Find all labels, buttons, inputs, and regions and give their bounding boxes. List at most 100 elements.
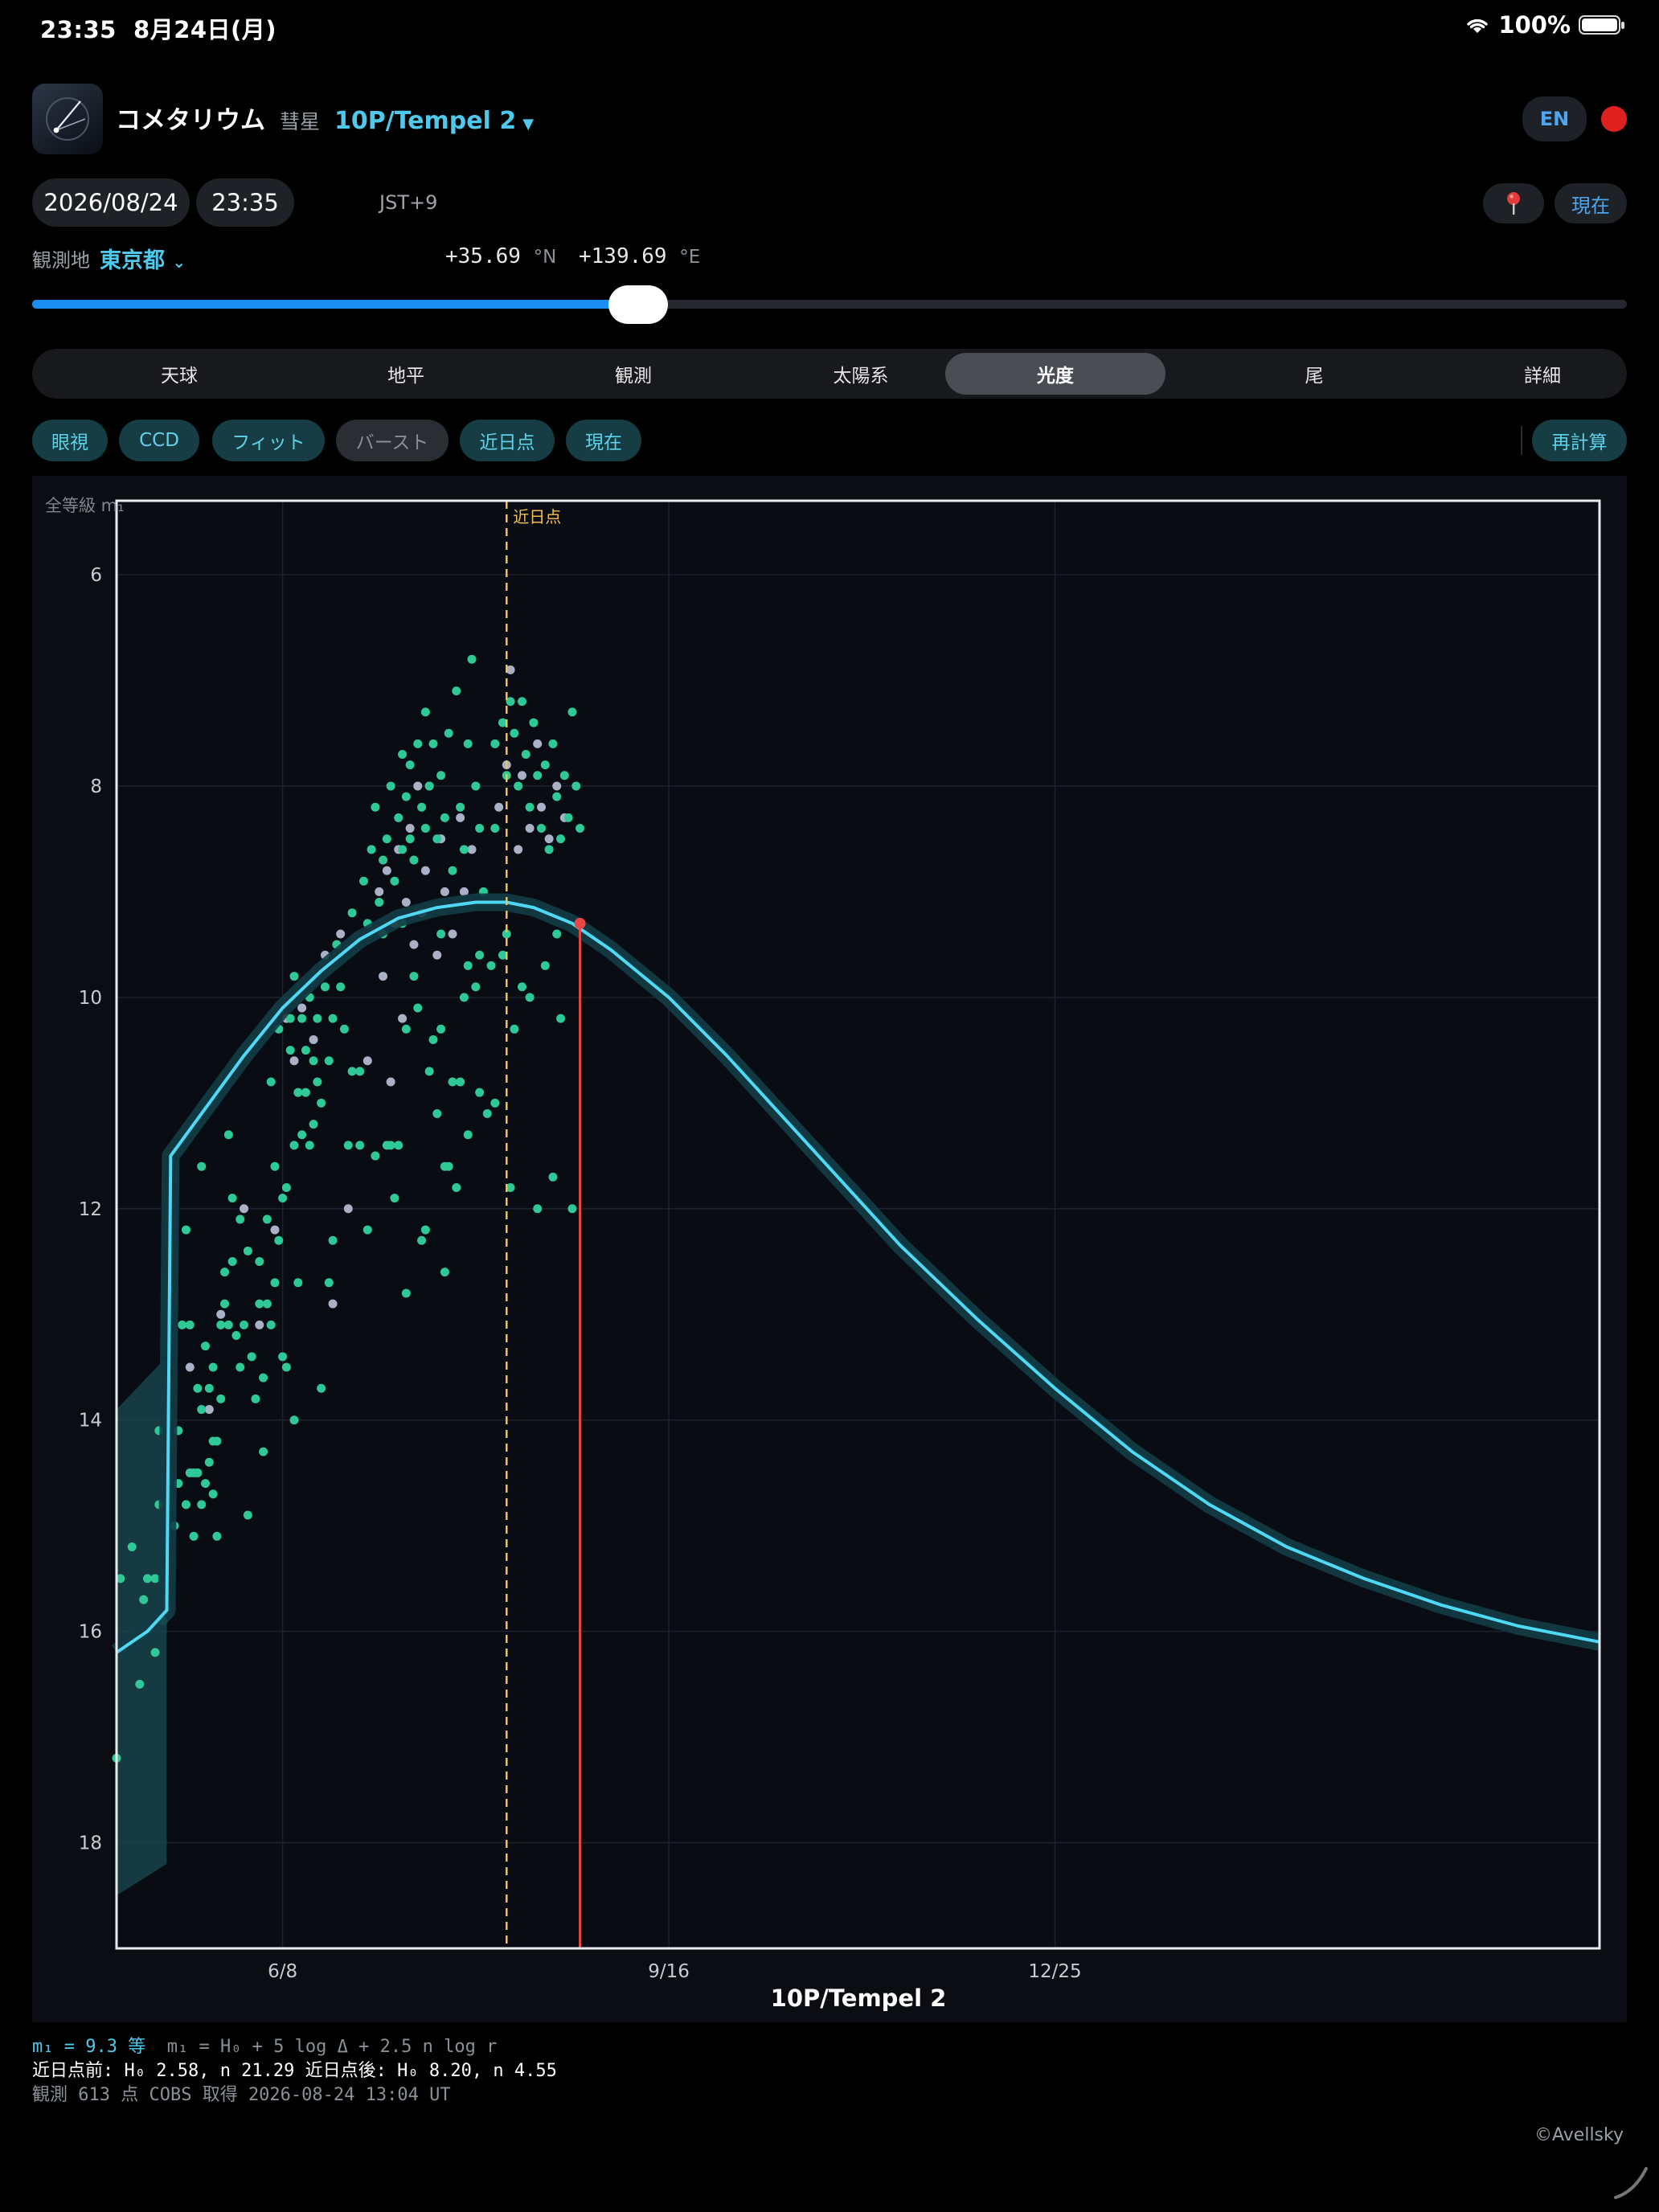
visual-observation-point (448, 1077, 457, 1087)
ccd-observation-point (409, 940, 419, 949)
y-axis-label: 全等級 m₁ (45, 496, 125, 515)
fit-parameters: 近日点前: H₀ 2.58, n 21.29 近日点後: H₀ 8.20, n … (32, 2061, 557, 2081)
visual-observation-point (193, 1383, 203, 1393)
date-field[interactable]: 2026/08/24 (32, 178, 190, 227)
visual-observation-point (281, 1362, 291, 1372)
language-button[interactable]: EN (1522, 96, 1587, 141)
tab-celestial-sphere[interactable]: 天球 (69, 353, 289, 395)
time-field[interactable]: 23:35 (196, 178, 294, 227)
chip-burst[interactable]: バースト (336, 420, 449, 461)
chip-current[interactable]: 現在 (566, 420, 641, 461)
visual-observation-point (463, 739, 473, 748)
visual-observation-point (401, 1288, 411, 1298)
resize-handle-icon[interactable] (1611, 2162, 1651, 2202)
visual-observation-point (320, 982, 330, 992)
visual-observation-point (255, 1257, 264, 1267)
visual-observation-point (223, 1130, 233, 1140)
chip-visual[interactable]: 眼視 (32, 420, 108, 461)
ccd-observation-point (494, 802, 504, 812)
timeline-slider-thumb[interactable] (608, 285, 668, 324)
tab-tail[interactable]: 尾 (1204, 353, 1424, 395)
visual-observation-point (456, 1077, 465, 1087)
recalculate-button[interactable]: 再計算 (1532, 420, 1627, 461)
tab-observation[interactable]: 観測 (523, 353, 743, 395)
visual-observation-point (270, 1278, 280, 1288)
visual-observation-point (394, 1141, 403, 1150)
ccd-observation-point (544, 834, 554, 844)
observer-city-selector[interactable]: 東京都 ⌄ (100, 243, 186, 274)
visual-observation-point (289, 972, 299, 981)
visual-observation-point (243, 1246, 252, 1256)
visual-observation-point (428, 1034, 438, 1044)
visual-observation-point (197, 1161, 207, 1171)
y-tick-label: 6 (90, 565, 102, 586)
visual-observation-point (398, 750, 408, 760)
chart-title: 10P/Tempel 2 (771, 1985, 947, 2012)
comet-selector[interactable]: 10P/Tempel 2 ▼ (334, 107, 534, 135)
ccd-observation-point (413, 781, 423, 791)
visual-observation-point (220, 1299, 230, 1309)
visual-observation-point (533, 1204, 543, 1214)
visual-observation-point (355, 1067, 365, 1076)
ccd-observation-point (525, 824, 535, 834)
tab-solar-system[interactable]: 太陽系 (751, 353, 971, 395)
visual-observation-point (448, 866, 457, 875)
current-magnitude-point (574, 917, 586, 929)
timezone-label: JST+9 (379, 191, 438, 214)
visual-observation-point (293, 1088, 303, 1097)
visual-observation-point (135, 1679, 145, 1689)
visual-observation-point (278, 1194, 288, 1203)
visual-observation-point (220, 1268, 230, 1277)
visual-observation-point (181, 1225, 190, 1235)
location-pin-button[interactable] (1483, 183, 1544, 223)
visual-observation-point (510, 1024, 519, 1034)
visual-observation-point (552, 929, 562, 939)
visual-observation-point (142, 1574, 152, 1583)
visual-observation-point (567, 707, 577, 717)
visual-observation-point (259, 1373, 268, 1382)
ccd-observation-point (336, 929, 346, 939)
visual-observation-point (212, 1436, 222, 1446)
visual-observation-point (459, 993, 469, 1002)
chevron-down-icon: ⌄ (172, 252, 186, 272)
visual-observation-point (444, 1161, 453, 1171)
visual-observation-point (567, 1204, 577, 1214)
now-button[interactable]: 現在 (1555, 183, 1627, 223)
chip-fit[interactable]: フィット (212, 420, 325, 461)
visual-observation-point (540, 760, 550, 770)
visual-observation-point (285, 1046, 295, 1055)
visual-observation-point (185, 1320, 195, 1329)
visual-observation-point (216, 1394, 226, 1403)
visual-observation-point (339, 1024, 349, 1034)
chip-ccd[interactable]: CCD (119, 420, 199, 461)
tab-brightness[interactable]: 光度 (945, 353, 1165, 395)
record-indicator[interactable] (1601, 106, 1627, 132)
visual-observation-point (521, 750, 530, 760)
visual-observation-point (305, 1141, 314, 1150)
visual-observation-point (517, 697, 526, 707)
visual-observation-point (417, 1235, 427, 1245)
status-bar-right: 100% (1464, 11, 1624, 39)
visual-observation-point (452, 1182, 461, 1192)
visual-observation-point (347, 1067, 357, 1076)
visual-observation-point (243, 1510, 252, 1520)
visual-observation-point (255, 1299, 264, 1309)
visual-observation-point (420, 824, 430, 834)
visual-observation-point (548, 1172, 558, 1182)
chip-perihelion[interactable]: 近日点 (460, 420, 555, 461)
ccd-observation-point (386, 1077, 395, 1087)
ccd-observation-point (255, 1320, 264, 1329)
ccd-observation-point (405, 824, 415, 834)
visual-observation-point (475, 824, 485, 834)
visual-observation-point (413, 1003, 423, 1013)
data-source: 観測 613 点 COBS 取得 2026-08-24 13:04 UT (32, 2085, 451, 2105)
tab-horizon[interactable]: 地平 (296, 353, 516, 395)
ccd-observation-point (328, 1299, 338, 1309)
visual-observation-point (266, 1320, 276, 1329)
visual-observation-point (544, 845, 554, 854)
visual-observation-point (420, 707, 430, 717)
visual-observation-point (394, 813, 403, 822)
tab-details[interactable]: 詳細 (1432, 353, 1653, 395)
visual-observation-point (281, 1182, 291, 1192)
visual-observation-point (270, 1161, 280, 1171)
